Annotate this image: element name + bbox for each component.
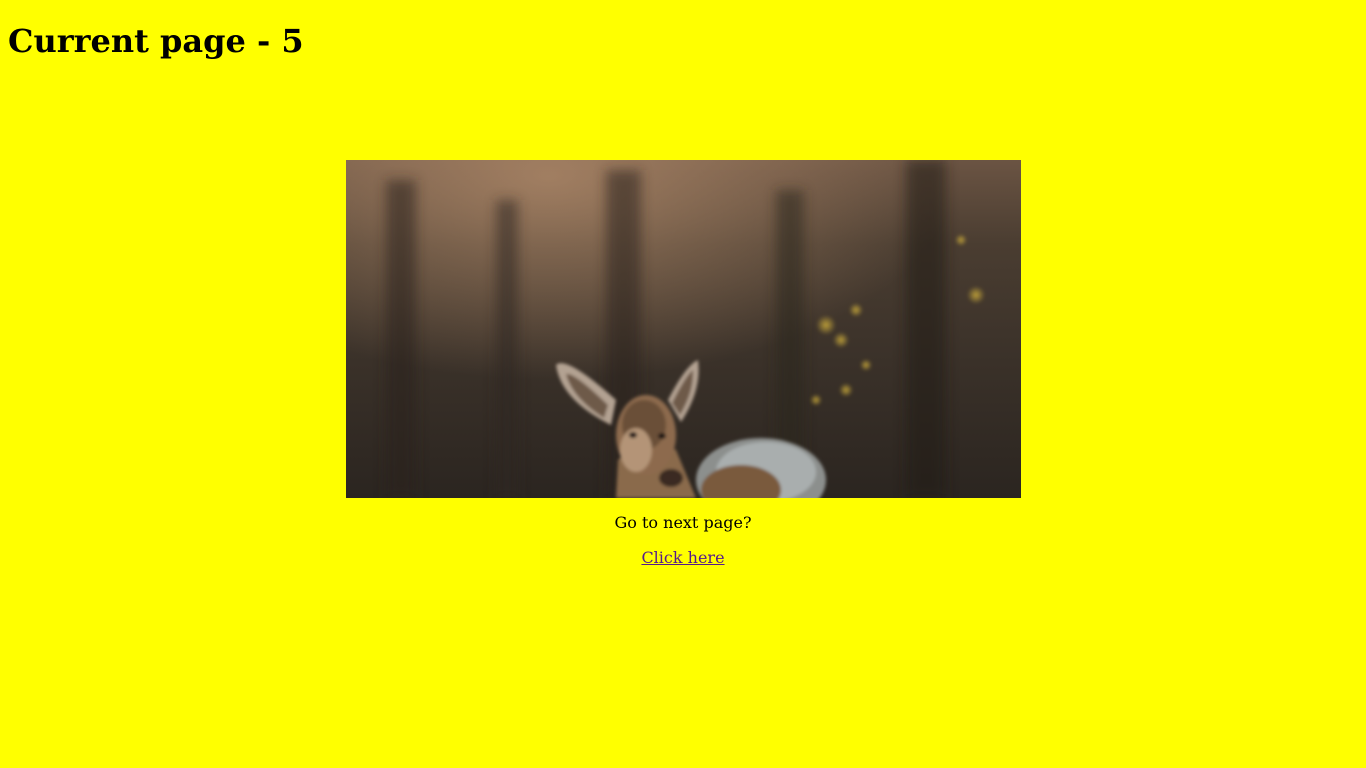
page-title: Current page - 5	[8, 22, 304, 60]
next-page-prompt: Go to next page?	[614, 513, 752, 532]
next-page-link[interactable]: Click here	[641, 548, 724, 567]
deer-photo	[346, 160, 1021, 498]
next-link-container: Click here	[0, 547, 1366, 569]
